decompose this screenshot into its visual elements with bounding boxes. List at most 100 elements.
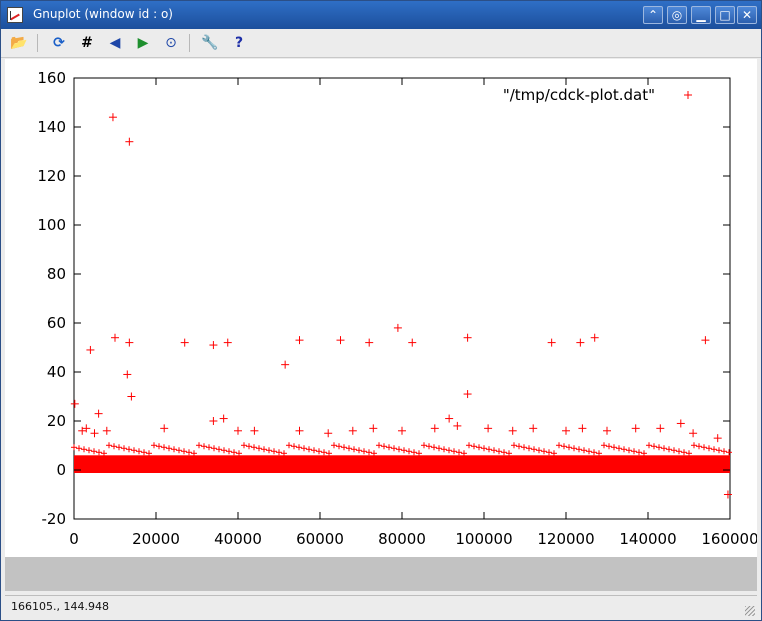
y-tick-label: 160 — [37, 69, 66, 87]
x-tick-label: 20000 — [132, 530, 180, 548]
status-bar: 166105., 144.948 — [5, 595, 757, 618]
legend-marker-symbol — [684, 91, 692, 99]
x-tick-label: 60000 — [296, 530, 344, 548]
y-tick-label: 80 — [47, 265, 66, 283]
data-point — [123, 370, 132, 379]
cursor-coordinates: 166105., 144.948 — [11, 600, 109, 613]
legend-marker — [684, 91, 692, 99]
data-point — [94, 409, 103, 418]
dense-band-fill — [74, 455, 730, 473]
replot-icon[interactable]: ⟳ — [49, 33, 69, 53]
toolbar-separator — [37, 34, 38, 52]
maximize-button[interactable]: □ — [715, 6, 735, 24]
help-icon[interactable]: ? — [229, 33, 249, 53]
options-icon[interactable]: 🔧 — [200, 33, 220, 53]
y-tick-label: 120 — [37, 167, 66, 185]
data-point — [576, 338, 585, 347]
x-tick-label: 0 — [69, 530, 79, 548]
y-tick-label: 0 — [56, 461, 66, 479]
data-point — [111, 333, 119, 342]
data-point — [701, 336, 710, 345]
plot-border — [73, 77, 731, 520]
data-point — [223, 338, 232, 347]
data-point — [463, 333, 472, 342]
data-point — [689, 429, 698, 438]
data-point — [508, 426, 517, 435]
resize-grip-icon[interactable] — [745, 606, 755, 616]
data-point — [393, 323, 402, 332]
data-point — [445, 414, 454, 423]
data-point — [180, 338, 189, 347]
close-button[interactable]: ✕ — [737, 6, 757, 24]
x-tick-label: 100000 — [455, 530, 512, 548]
dense-band — [71, 442, 732, 473]
data-point — [398, 426, 406, 435]
data-point — [578, 424, 587, 433]
data-point — [631, 424, 640, 433]
gnuplot-window: Gnuplot (window id : o) ⌃ ◎ ▁ □ ✕ 📂 ⟳ # … — [0, 0, 762, 621]
data-point — [603, 426, 611, 435]
data-point — [295, 336, 304, 345]
autoscale-icon[interactable]: ⊙ — [161, 33, 181, 53]
data-point — [295, 426, 304, 435]
horizontal-scrollbar-area[interactable] — [5, 557, 757, 591]
title-bar[interactable]: Gnuplot (window id : o) ⌃ ◎ ▁ □ ✕ — [1, 1, 761, 29]
x-tick-label: 40000 — [214, 530, 262, 548]
data-point — [547, 338, 556, 347]
shade-button[interactable]: ⌃ — [643, 6, 663, 24]
data-point — [234, 426, 242, 435]
gnuplot-app-icon[interactable] — [7, 7, 23, 23]
data-point — [209, 341, 218, 350]
data-point — [723, 490, 732, 499]
minimize-button[interactable]: ▁ — [691, 6, 711, 24]
data-point — [219, 414, 228, 423]
data-point — [125, 137, 134, 146]
data-point — [125, 338, 134, 347]
y-tick-label: 140 — [37, 118, 66, 136]
legend-label: "/tmp/cdck-plot.dat" — [503, 86, 655, 104]
grid-icon[interactable]: # — [77, 33, 97, 53]
data-point — [590, 333, 599, 342]
data-point — [713, 434, 722, 443]
data-point — [336, 336, 345, 345]
x-tick-label: 120000 — [537, 530, 594, 548]
zoom-next-icon[interactable]: ▶ — [133, 33, 153, 53]
y-tick-label: -20 — [42, 510, 67, 528]
data-point — [70, 399, 79, 408]
data-point — [348, 426, 357, 435]
data-point — [529, 424, 538, 433]
y-tick-label: 100 — [37, 216, 66, 234]
data-point — [656, 424, 665, 433]
y-tick-label: 40 — [47, 363, 66, 381]
data-point — [430, 424, 439, 433]
window-title: Gnuplot (window id : o) — [33, 7, 173, 21]
plot-canvas[interactable]: -20 0 20 40 60 80 100 120 140 160 0 20000 40000 60000… — [5, 59, 759, 557]
y-tick-label: 20 — [47, 412, 66, 430]
x-tick-label: 160000 — [701, 530, 757, 548]
data-point — [102, 426, 111, 435]
x-tick-label: 140000 — [619, 530, 676, 548]
data-point — [90, 429, 99, 438]
scatter-chart[interactable]: -200204060801001201401600 20000 40000 60000… — [5, 59, 758, 557]
data-point — [281, 360, 290, 369]
data-point — [453, 421, 462, 430]
data-point — [160, 424, 169, 433]
data-point — [108, 113, 117, 122]
data-point — [676, 419, 685, 428]
data-point — [324, 429, 333, 438]
open-icon[interactable]: 📂 — [9, 33, 29, 53]
toolbar-separator — [189, 34, 190, 52]
toolbar: 📂 ⟳ # ◀ ▶ ⊙ 🔧 ? — [1, 29, 761, 58]
data-point — [86, 345, 95, 354]
data-point — [463, 390, 472, 399]
restore-button[interactable]: ◎ — [667, 6, 687, 24]
data-point — [369, 424, 378, 433]
zoom-previous-icon[interactable]: ◀ — [105, 33, 125, 53]
data-point — [127, 392, 136, 401]
data-point — [408, 338, 417, 347]
y-tick-label: 60 — [47, 314, 66, 332]
data-point — [562, 426, 570, 435]
data-point — [209, 417, 218, 425]
data-point — [484, 424, 493, 433]
data-point — [365, 338, 374, 347]
